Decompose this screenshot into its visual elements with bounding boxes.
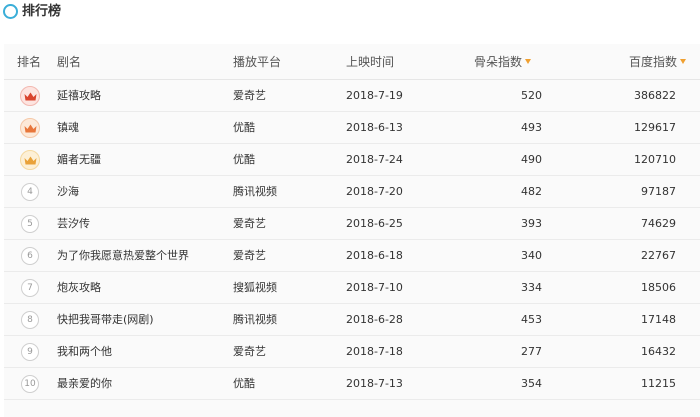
release-date: 2018-7-18 <box>346 345 403 358</box>
rank-number: 5 <box>21 215 39 233</box>
show-name: 我和两个他 <box>57 345 112 358</box>
gudo-index: 493 <box>521 121 542 134</box>
platform-name: 腾讯视频 <box>233 313 277 326</box>
table-row[interactable]: 5 芸汐传 爱奇艺 2018-6-25 393 74629 <box>4 208 700 240</box>
ranking-table: 排名 剧名 播放平台 上映时间 骨朵指数 百度指数 延禧攻略 爱奇艺 2018-7-… <box>4 44 700 417</box>
platform-name: 爱奇艺 <box>233 249 266 262</box>
table-row[interactable]: 10 最亲爱的你 优酷 2018-7-13 354 11215 <box>4 368 700 400</box>
rank-number: 8 <box>21 311 39 329</box>
platform-name: 优酷 <box>233 121 255 134</box>
baidu-index: 74629 <box>641 217 676 230</box>
show-name: 沙海 <box>57 185 79 198</box>
column-header-rank: 排名 <box>17 55 42 69</box>
release-date: 2018-7-13 <box>346 377 403 390</box>
column-header-date: 上映时间 <box>346 55 395 69</box>
table-row[interactable]: 镇魂 优酷 2018-6-13 493 129617 <box>4 112 700 144</box>
gudo-index: 520 <box>521 89 542 102</box>
rank-number: 6 <box>21 247 39 265</box>
table-row[interactable]: 8 快把我哥带走(网剧) 腾讯视频 2018-6-28 453 17148 <box>4 304 700 336</box>
baidu-index: 11215 <box>641 377 676 390</box>
sort-down-icon <box>525 59 532 64</box>
release-date: 2018-6-13 <box>346 121 403 134</box>
baidu-index: 120710 <box>634 153 676 166</box>
table-row[interactable]: 4 沙海 腾讯视频 2018-7-20 482 97187 <box>4 176 700 208</box>
gudo-index: 393 <box>521 217 542 230</box>
crown-icon <box>24 92 37 101</box>
platform-name: 爱奇艺 <box>233 217 266 230</box>
platform-name: 搜狐视频 <box>233 281 277 294</box>
circle-icon <box>3 4 18 19</box>
release-date: 2018-7-24 <box>346 153 403 166</box>
show-name: 为了你我愿意热爱整个世界 <box>57 249 189 262</box>
crown-badge-bronze <box>20 150 40 170</box>
column-header-baidu-sort[interactable]: 百度指数 <box>629 44 699 80</box>
column-header-maoyan-label: 骨朵指数 <box>474 55 523 69</box>
release-date: 2018-7-10 <box>346 281 403 294</box>
release-date: 2018-7-19 <box>346 89 403 102</box>
release-date: 2018-6-25 <box>346 217 403 230</box>
gudo-index: 340 <box>521 249 542 262</box>
release-date: 2018-7-20 <box>346 185 403 198</box>
baidu-index: 17148 <box>641 313 676 326</box>
gudo-index: 482 <box>521 185 542 198</box>
page-title: 排行榜 <box>22 4 62 19</box>
baidu-index: 16432 <box>641 345 676 358</box>
crown-icon <box>24 124 37 133</box>
baidu-index: 18506 <box>641 281 676 294</box>
platform-name: 腾讯视频 <box>233 185 277 198</box>
gudo-index: 490 <box>521 153 542 166</box>
table-header: 排名 剧名 播放平台 上映时间 骨朵指数 百度指数 <box>4 44 700 80</box>
ranking-header: 排行榜 <box>0 0 700 32</box>
release-date: 2018-6-18 <box>346 249 403 262</box>
gudo-index: 334 <box>521 281 542 294</box>
show-name: 芸汐传 <box>57 217 90 230</box>
table-row[interactable]: 7 炮灰攻略 搜狐视频 2018-7-10 334 18506 <box>4 272 700 304</box>
show-name: 延禧攻略 <box>57 89 101 102</box>
show-name: 镇魂 <box>57 121 79 134</box>
crown-badge-silver <box>20 118 40 138</box>
table-row[interactable]: 媚者无疆 优酷 2018-7-24 490 120710 <box>4 144 700 176</box>
crown-badge-gold <box>20 86 40 106</box>
baidu-index: 386822 <box>634 89 676 102</box>
baidu-index: 129617 <box>634 121 676 134</box>
column-header-maoyan-sort[interactable]: 骨朵指数 <box>474 44 554 80</box>
release-date: 2018-6-28 <box>346 313 403 326</box>
show-name: 炮灰攻略 <box>57 281 101 294</box>
platform-name: 爱奇艺 <box>233 345 266 358</box>
column-header-baidu-label: 百度指数 <box>629 55 678 69</box>
sort-down-icon <box>680 59 687 64</box>
column-header-name: 剧名 <box>57 55 82 69</box>
gudo-index: 354 <box>521 377 542 390</box>
table-row[interactable]: 9 我和两个他 爱奇艺 2018-7-18 277 16432 <box>4 336 700 368</box>
baidu-index: 22767 <box>641 249 676 262</box>
show-name: 最亲爱的你 <box>57 377 112 390</box>
platform-name: 优酷 <box>233 153 255 166</box>
column-header-platform: 播放平台 <box>233 55 282 69</box>
table-row[interactable]: 6 为了你我愿意热爱整个世界 爱奇艺 2018-6-18 340 22767 <box>4 240 700 272</box>
gudo-index: 277 <box>521 345 542 358</box>
crown-icon <box>24 156 37 165</box>
platform-name: 爱奇艺 <box>233 89 266 102</box>
table-row[interactable]: 延禧攻略 爱奇艺 2018-7-19 520 386822 <box>4 80 700 112</box>
show-name: 快把我哥带走(网剧) <box>57 313 154 326</box>
rank-number: 4 <box>21 183 39 201</box>
baidu-index: 97187 <box>641 185 676 198</box>
show-name: 媚者无疆 <box>57 153 101 166</box>
rank-number: 9 <box>21 343 39 361</box>
rank-number: 10 <box>21 375 39 393</box>
gudo-index: 453 <box>521 313 542 326</box>
rank-number: 7 <box>21 279 39 297</box>
platform-name: 优酷 <box>233 377 255 390</box>
